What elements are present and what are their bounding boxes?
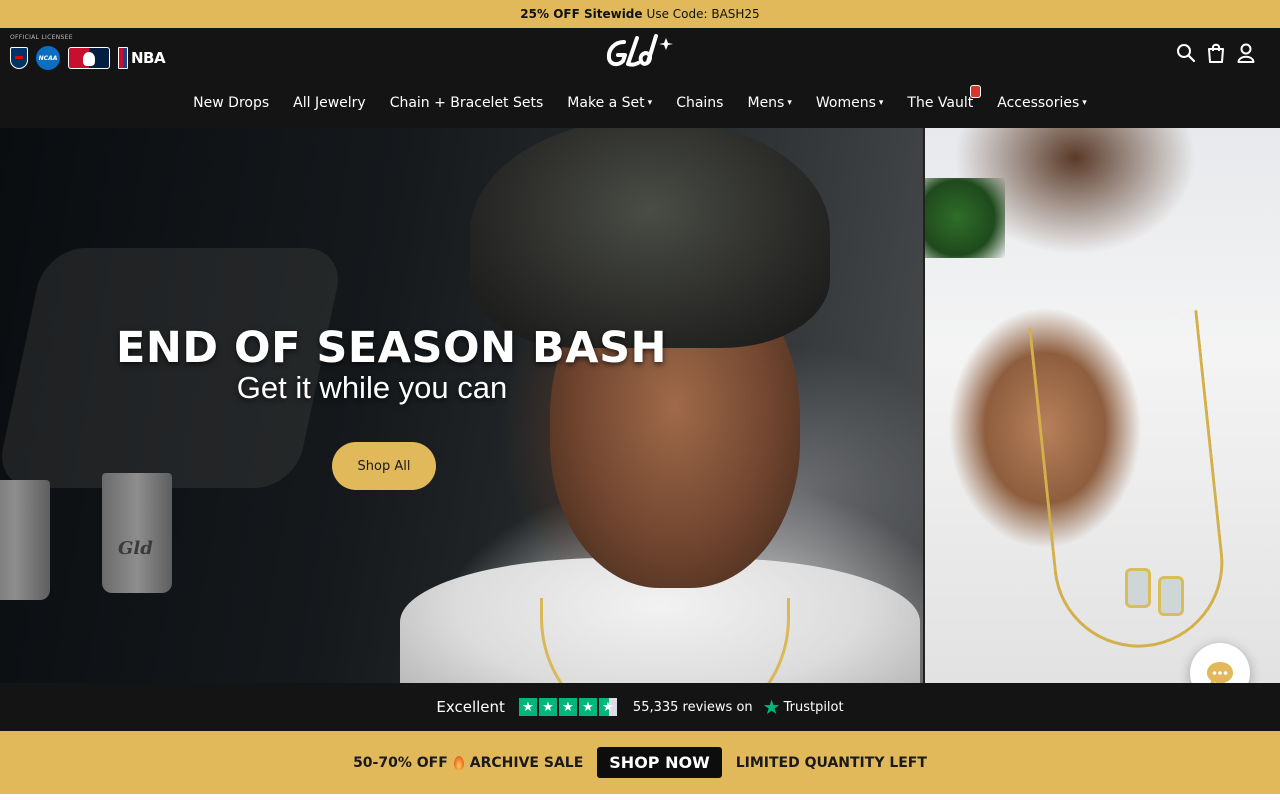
nav-item-new-drops[interactable]: New Drops [193, 95, 269, 111]
hero-subtitle: Get it while you can [236, 370, 508, 405]
nav-item-mens[interactable]: Mens ▾ [747, 95, 791, 111]
cup-logo: Gld [118, 538, 153, 559]
promo-code: Use Code: BASH25 [646, 7, 760, 21]
star-icon: ★ [558, 698, 577, 716]
nav-item-chain-bracelet-sets[interactable]: Chain + Bracelet Sets [390, 95, 544, 111]
star-icon: ★ [578, 698, 597, 716]
league-logos: NCAA NBA [10, 46, 166, 70]
nba-text: NBA [131, 49, 166, 67]
hero-chain [540, 598, 790, 683]
archive-sale-banner[interactable]: 50-70% OFF ARCHIVE SALE SHOP NOW LIMITED… [0, 731, 1280, 794]
hero-pendant [1158, 576, 1184, 616]
nfl-logo [10, 47, 28, 69]
flame-icon [453, 755, 464, 770]
nav-item-make-a-set[interactable]: Make a Set ▾ [567, 95, 652, 111]
hero-title: END OF SEASON BASH [116, 323, 668, 373]
star-icon: ★ [538, 698, 557, 716]
chevron-down-icon: ▾ [647, 98, 653, 108]
page-bottom-edge [0, 794, 1280, 800]
nav-item-womens[interactable]: Womens ▾ [816, 95, 884, 111]
trustpilot-brand: Trustpilot [783, 699, 844, 715]
sale-limited-text: LIMITED QUANTITY LEFT [735, 754, 927, 771]
nav-item-chains[interactable]: Chains [676, 95, 723, 111]
gld-logo-icon [606, 34, 673, 67]
half-star-icon: ★ [598, 698, 617, 716]
promo-bar[interactable]: 25% OFF Sitewide Use Code: BASH25 [0, 0, 1280, 28]
trustpilot-rating-word: Excellent [436, 698, 505, 716]
hero-pendant [1125, 568, 1151, 608]
nba-logo: NBA [118, 47, 166, 69]
star-icon: ★ [518, 698, 537, 716]
mlb-logo [68, 47, 110, 69]
sale-percentage: 50-70% OFF [353, 754, 448, 771]
promo-discount: 25% OFF Sitewide [520, 7, 643, 21]
ncaa-logo: NCAA [36, 46, 60, 70]
nav-item-all-jewelry[interactable]: All Jewelry [293, 95, 366, 111]
chevron-down-icon: ▾ [787, 98, 792, 108]
hero-cup [102, 473, 172, 593]
hero-cup [0, 480, 50, 600]
hero-model-cap [470, 128, 830, 348]
hero-banner[interactable]: Gld END OF SEASON BASH Get it while you … [0, 128, 1280, 683]
official-licensee: OFFICIAL LICENSEE NCAA NBA [10, 34, 166, 70]
hero-image-right [923, 128, 1280, 683]
licensee-label: OFFICIAL LICENSEE [10, 34, 73, 41]
brand-logo[interactable] [604, 34, 676, 70]
main-nav: New Drops All Jewelry Chain + Bracelet S… [0, 85, 1280, 116]
shop-now-button[interactable]: SHOP NOW [597, 747, 722, 778]
hero-foliage [925, 178, 1005, 258]
nav-item-accessories[interactable]: Accessories ▾ [997, 95, 1087, 111]
nav-item-the-vault[interactable]: The Vault [907, 85, 982, 111]
vault-badge-icon [970, 85, 982, 98]
trustpilot-review-count: 55,335 reviews on [632, 699, 753, 715]
trustpilot-logo: ★ Trustpilot [763, 697, 844, 717]
shop-all-button[interactable]: Shop All [332, 442, 436, 490]
chevron-down-icon: ▾ [878, 98, 884, 108]
sale-name: ARCHIVE SALE [469, 754, 584, 771]
trustpilot-star-icon: ★ [762, 695, 781, 719]
chevron-down-icon: ▾ [1082, 98, 1087, 108]
nba-mark [118, 47, 128, 69]
sale-discount-text: 50-70% OFF ARCHIVE SALE [353, 755, 583, 771]
bag-icon[interactable] [1206, 42, 1226, 64]
trustpilot-stars: ★ ★ ★ ★ ★ [518, 698, 617, 716]
header-icons [1176, 42, 1256, 64]
search-icon[interactable] [1176, 42, 1196, 64]
user-icon[interactable] [1236, 42, 1256, 64]
trustpilot-bar[interactable]: Excellent ★ ★ ★ ★ ★ 55,335 reviews on ★ … [0, 683, 1280, 731]
site-header: OFFICIAL LICENSEE NCAA NBA New Drops All… [0, 28, 1280, 128]
hero-copy: END OF SEASON BASH Get it while you can [116, 322, 668, 406]
